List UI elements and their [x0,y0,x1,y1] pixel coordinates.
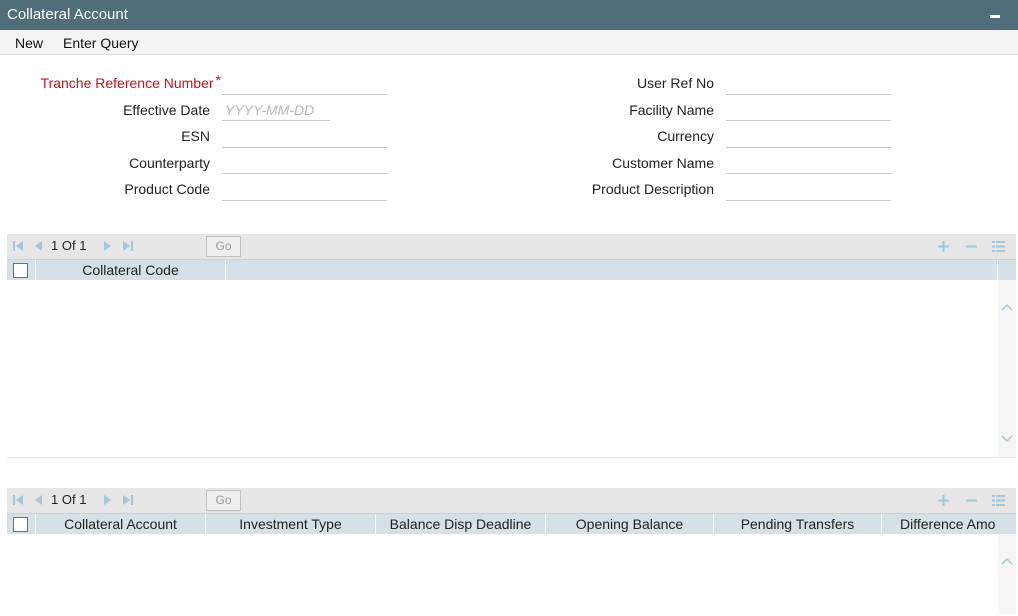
product-description-input[interactable] [726,179,891,201]
page-total: 1 [79,492,87,507]
counterparty-input[interactable] [222,152,387,174]
select-all-checkbox[interactable] [13,263,28,278]
effective-date-input[interactable] [222,99,330,121]
menu-bar: New Enter Query [0,30,1018,55]
column-header-opening-balance[interactable]: Opening Balance [546,514,714,534]
facility-name-input[interactable] [726,99,891,121]
collateral-account-grid-body [7,534,998,614]
counterparty-label: Counterparty [129,155,210,171]
first-page-icon[interactable] [12,240,24,252]
column-header-difference-amount[interactable]: Difference Amo [882,514,1016,534]
collateral-account-grid-scrollbar[interactable] [998,534,1016,614]
column-settings-icon[interactable] [992,494,1005,507]
last-page-icon[interactable] [122,240,134,252]
esn-input[interactable] [222,126,387,148]
customer-name-input[interactable] [726,152,891,174]
currency-label: Currency [657,128,714,144]
minimize-icon[interactable] [990,15,1000,18]
prev-page-icon[interactable] [32,494,44,506]
add-row-icon[interactable] [937,240,950,253]
add-row-icon[interactable] [937,494,950,507]
column-header-pending-transfers[interactable]: Pending Transfers [714,514,882,534]
currency-input[interactable] [726,126,891,148]
facility-name-label: Facility Name [629,102,714,118]
column-header-collateral-code[interactable]: Collateral Code [36,260,226,280]
prev-page-icon[interactable] [32,240,44,252]
column-header-filler [226,260,998,280]
enter-query-button[interactable]: Enter Query [63,35,138,51]
collateral-code-grid-scrollbar[interactable] [998,280,1016,457]
go-button[interactable]: Go [206,490,241,511]
esn-label: ESN [181,128,210,144]
new-button[interactable]: New [15,35,43,51]
column-header-balance-disp-deadline[interactable]: Balance Disp Deadline [376,514,546,534]
collateral-account-grid-toolbar: 1 Of 1 Go [7,488,1016,513]
effective-date-label: Effective Date [123,102,210,118]
tranche-ref-input[interactable] [222,73,387,95]
scroll-up-icon[interactable] [1001,298,1013,311]
required-marker: * [215,72,221,88]
grid-divider [7,457,1016,458]
page-of: Of [61,492,76,507]
page-of: Of [61,238,76,253]
go-button[interactable]: Go [206,236,241,257]
column-header-collateral-account[interactable]: Collateral Account [36,514,206,534]
product-code-input[interactable] [222,179,387,201]
user-ref-label: User Ref No [636,75,714,91]
page-current: 1 [51,492,59,507]
user-ref-input[interactable] [726,73,891,95]
page-indicator: 1 Of 1 [51,492,86,507]
scroll-up-icon[interactable] [1001,552,1013,565]
tranche-ref-label-text: Tranche Reference Number [40,75,214,91]
collateral-code-grid-header: Collateral Code [7,259,1016,280]
select-all-cell [7,514,36,534]
last-page-icon[interactable] [122,494,134,506]
column-header-investment-type[interactable]: Investment Type [206,514,376,534]
collateral-code-grid-body [7,280,998,457]
window-titlebar: Collateral Account [0,0,1018,30]
column-settings-icon[interactable] [992,240,1005,253]
next-page-icon[interactable] [102,494,114,506]
next-page-icon[interactable] [102,240,114,252]
product-code-label: Product Code [124,181,210,197]
select-all-cell [7,260,36,280]
page-current: 1 [51,238,59,253]
delete-row-icon[interactable] [965,494,978,507]
window-title: Collateral Account [7,6,128,23]
scroll-down-icon[interactable] [1001,430,1013,443]
first-page-icon[interactable] [12,494,24,506]
delete-row-icon[interactable] [965,240,978,253]
collateral-code-grid-toolbar: 1 Of 1 Go [7,234,1016,259]
select-all-checkbox[interactable] [13,517,28,532]
page-total: 1 [79,238,87,253]
collateral-account-grid-header: Collateral Account Investment Type Balan… [7,513,1016,534]
tranche-ref-label: Tranche Reference Number * [40,72,221,91]
customer-name-label: Customer Name [612,155,714,171]
page-indicator: 1 Of 1 [51,238,86,253]
product-description-label: Product Description [591,181,714,197]
